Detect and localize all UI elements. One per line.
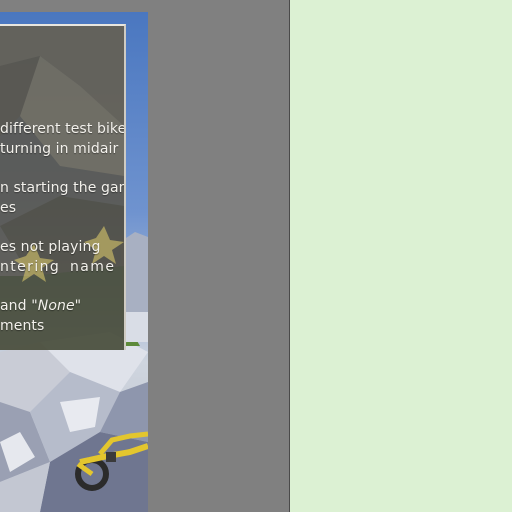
note-line-1: different test bikes bbox=[0, 121, 126, 137]
note-line-7-emphasis: "None" bbox=[31, 298, 82, 314]
bike-icon bbox=[75, 431, 148, 491]
note-line-3: n starting the game bbox=[0, 180, 124, 196]
note-line-5: es not playing bbox=[0, 239, 101, 255]
right-pane bbox=[290, 0, 512, 512]
note-line-7: and "None" bbox=[0, 297, 81, 315]
patch-notes-panel[interactable]: different test bikes turning in midair n… bbox=[0, 24, 126, 350]
app-root: different test bikes turning in midair n… bbox=[0, 0, 512, 512]
gray-gutter bbox=[148, 0, 289, 512]
note-line-7-text: and bbox=[0, 298, 32, 314]
note-line-6: ntering name in bbox=[0, 259, 124, 275]
note-line-2: turning in midair bbox=[0, 141, 119, 157]
note-line-8: ments bbox=[0, 318, 45, 334]
note-line-4: es bbox=[0, 200, 17, 216]
